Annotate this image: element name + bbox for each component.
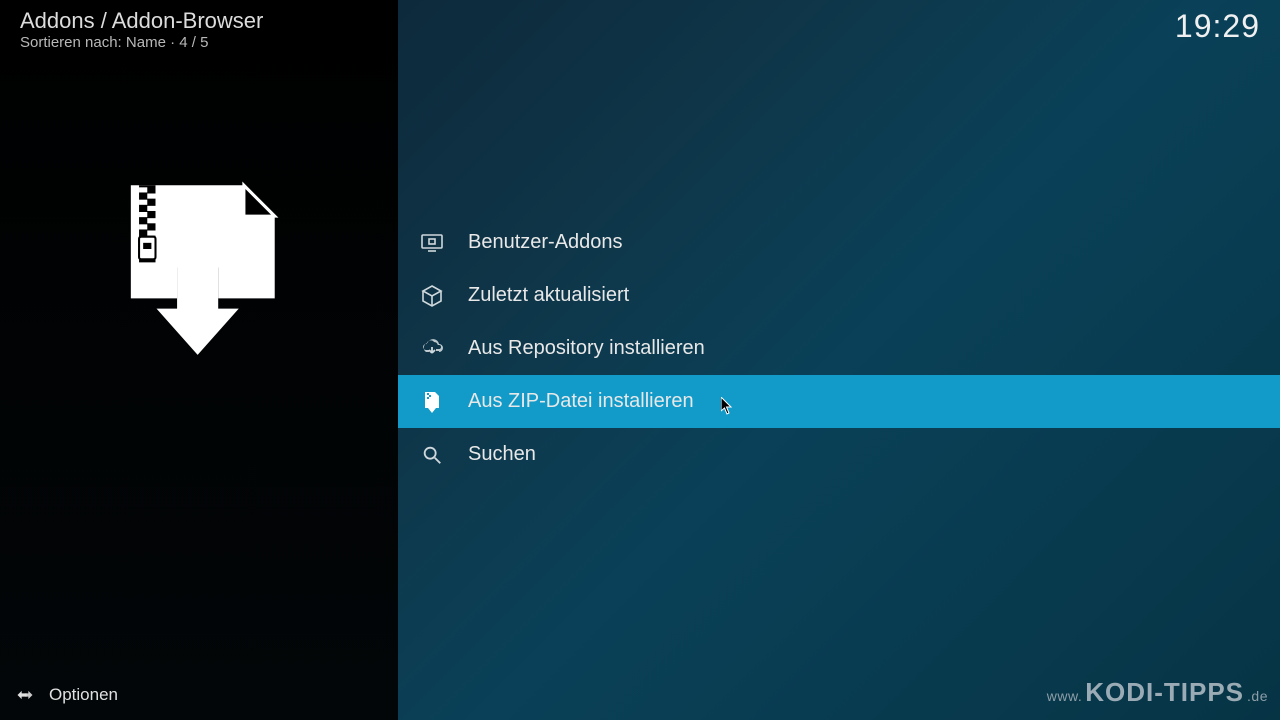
search-icon: [418, 441, 446, 469]
footer-options-label: Optionen: [49, 685, 118, 705]
menu-item-label: Aus Repository installieren: [468, 337, 705, 360]
main-content: Benutzer-Addons Zuletzt aktualisiert Aus…: [398, 0, 1280, 720]
menu-list: Benutzer-Addons Zuletzt aktualisiert Aus…: [398, 216, 1280, 481]
menu-item-label: Zuletzt aktualisiert: [468, 284, 629, 307]
footer-options[interactable]: Optionen: [15, 685, 118, 705]
menu-item-install-from-zip[interactable]: Aus ZIP-Datei installieren: [398, 375, 1280, 428]
header: Addons / Addon-Browser Sortieren nach: N…: [20, 8, 1260, 52]
sidebar: [0, 0, 398, 720]
breadcrumb: Addons / Addon-Browser Sortieren nach: N…: [20, 8, 263, 52]
zip-download-large-icon: [100, 175, 285, 365]
breadcrumb-text: Addons / Addon-Browser: [20, 8, 263, 34]
menu-item-install-from-repository[interactable]: Aus Repository installieren: [398, 322, 1280, 375]
menu-item-label: Suchen: [468, 443, 536, 466]
clock: 19:29: [1175, 8, 1260, 45]
mouse-cursor-icon: [721, 397, 734, 415]
menu-item-user-addons[interactable]: Benutzer-Addons: [398, 216, 1280, 269]
monitor-icon: [418, 229, 446, 257]
arrows-horizontal-icon: [15, 685, 35, 705]
menu-item-recently-updated[interactable]: Zuletzt aktualisiert: [398, 269, 1280, 322]
menu-item-search[interactable]: Suchen: [398, 428, 1280, 481]
cloud-download-icon: [418, 335, 446, 363]
watermark: www. KODI-TIPPS .de: [1047, 677, 1268, 708]
box-icon: [418, 282, 446, 310]
menu-item-label: Benutzer-Addons: [468, 231, 623, 254]
zip-file-icon: [418, 388, 446, 416]
menu-item-label: Aus ZIP-Datei installieren: [468, 390, 694, 413]
sort-indicator: Sortieren nach: Name · 4 / 5: [20, 34, 263, 52]
